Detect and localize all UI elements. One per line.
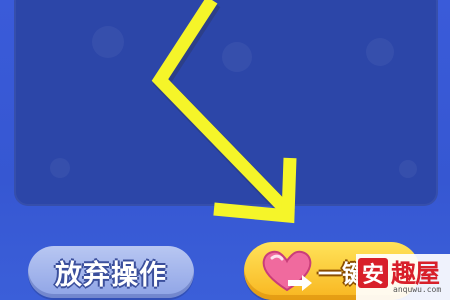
heart-icon — [258, 246, 316, 296]
game-screen: 放弃操作 一键 安 趣屋 anquwu.com — [0, 0, 450, 300]
watermark-badge: 安 — [358, 258, 388, 288]
abandon-action-label: 放弃操作 — [55, 259, 167, 291]
abandon-action-button[interactable]: 放弃操作 — [28, 246, 194, 298]
watermark-logo: 安 趣屋 anquwu.com — [356, 254, 450, 300]
watermark-url: anquwu.com — [393, 285, 442, 294]
